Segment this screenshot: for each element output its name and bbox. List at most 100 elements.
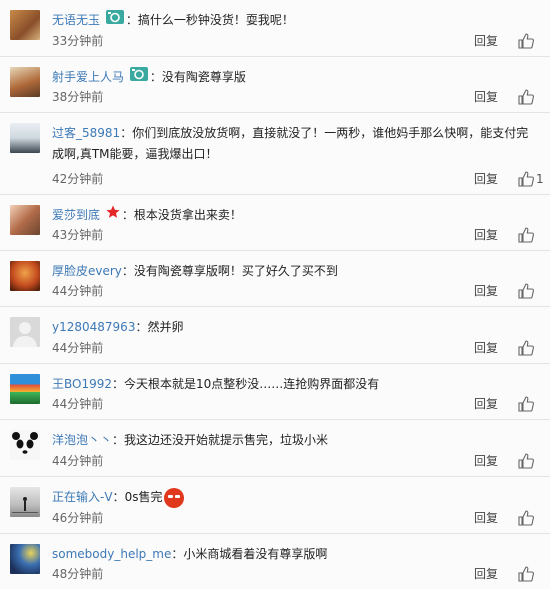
thumbs-up-icon (518, 33, 534, 49)
comment-text: 没有陶瓷尊享版啊！买了好久了买不到 (133, 264, 338, 278)
avatar[interactable] (10, 544, 40, 574)
comment-body: y1280487963：然并卵 (52, 317, 530, 338)
comment-text: 没有陶瓷尊享版 (161, 70, 246, 84)
comment-item: 爱莎到底 ：根本没货拿出来卖！ 43分钟前 回复 (0, 195, 550, 251)
comment-text: 今天根本就是10点整秒没……连抢购界面都没有 (124, 377, 380, 391)
timestamp: 44分钟前 (52, 454, 104, 468)
like-button[interactable] (514, 452, 540, 470)
comment-body: 王BO1992：今天根本就是10点整秒没……连抢购界面都没有 (52, 374, 530, 395)
comment-meta: 46分钟前 回复 (52, 509, 540, 527)
separator: ： (149, 70, 162, 84)
like-button[interactable] (514, 226, 540, 244)
thumbs-up-icon (518, 566, 534, 582)
timestamp: 44分钟前 (52, 397, 104, 411)
comment-meta: 44分钟前 回复 (52, 395, 540, 413)
comment-body: 射手爱上人马 ：没有陶瓷尊享版 (52, 67, 530, 88)
thumbs-up-icon (518, 510, 534, 526)
comment-body: 过客_58981：你们到底放没放货啊，直接就没了！一两秒，谁他妈手那么快啊，能支… (52, 123, 530, 165)
comment-text: 然并卵 (147, 320, 184, 334)
thumbs-up-icon (518, 283, 534, 299)
separator: ： (112, 433, 125, 447)
reply-button[interactable]: 回复 (474, 565, 498, 583)
camera-badge-icon (105, 10, 124, 31)
angry-face-emoji-icon (164, 487, 185, 508)
comment-list: 无语无玉 ：搞什么一秒钟没货！耍我呢！ 33分钟前 回复 射手爱上人马 ：没有陶… (0, 0, 550, 589)
separator: ： (112, 377, 125, 391)
comment-item: 王BO1992：今天根本就是10点整秒没……连抢购界面都没有 44分钟前 回复 (0, 364, 550, 420)
reply-button[interactable]: 回复 (474, 395, 498, 413)
separator: ： (135, 320, 148, 334)
like-button[interactable]: 1 (514, 170, 544, 188)
reply-button[interactable]: 回复 (474, 339, 498, 357)
avatar[interactable] (10, 430, 40, 460)
username-link[interactable]: 洋泡泡丶丶 (52, 433, 112, 447)
username-link[interactable]: 王BO1992 (52, 377, 112, 391)
comment-body: 爱莎到底 ：根本没货拿出来卖！ (52, 205, 530, 226)
comment-meta: 38分钟前 回复 (52, 88, 540, 106)
like-button[interactable] (514, 88, 540, 106)
reply-button[interactable]: 回复 (474, 32, 498, 50)
avatar[interactable] (10, 317, 40, 347)
default-avatar-icon (13, 322, 37, 347)
silhouette-icon (12, 497, 38, 513)
comment-item: 无语无玉 ：搞什么一秒钟没货！耍我呢！ 33分钟前 回复 (0, 0, 550, 57)
reply-button[interactable]: 回复 (474, 509, 498, 527)
timestamp: 44分钟前 (52, 341, 104, 355)
comment-text: 0s售完 (124, 490, 163, 504)
comment-text: 根本没货拿出来卖！ (133, 208, 242, 222)
avatar[interactable] (10, 374, 40, 404)
comment-text: 小米商城看着没有尊享版啊 (183, 547, 328, 561)
comment-body: somebody_help_me：小米商城看着没有尊享版啊 (52, 544, 530, 565)
thumbs-up-icon (518, 171, 534, 187)
comment-body: 无语无玉 ：搞什么一秒钟没货！耍我呢！ (52, 10, 530, 31)
avatar[interactable] (10, 205, 40, 235)
avatar[interactable] (10, 67, 40, 97)
separator: ： (121, 208, 134, 222)
like-button[interactable] (514, 565, 540, 583)
username-link[interactable]: 正在输入-V (52, 490, 113, 504)
reply-button[interactable]: 回复 (474, 282, 498, 300)
reply-button[interactable]: 回复 (474, 88, 498, 106)
separator: ： (171, 547, 184, 561)
reply-button[interactable]: 回复 (474, 452, 498, 470)
timestamp: 43分钟前 (52, 228, 104, 242)
timestamp: 42分钟前 (52, 172, 104, 186)
comment-meta: 44分钟前 回复 (52, 282, 540, 300)
comment-meta: 44分钟前 回复 (52, 339, 540, 357)
like-button[interactable] (514, 395, 540, 413)
camera-badge-icon (129, 67, 148, 88)
reply-button[interactable]: 回复 (474, 226, 498, 244)
username-link[interactable]: 厚脸皮every (52, 264, 122, 278)
avatar[interactable] (10, 261, 40, 291)
thumbs-up-icon (518, 340, 534, 356)
reply-button[interactable]: 回复 (474, 170, 498, 188)
comment-item: 过客_58981：你们到底放没放货啊，直接就没了！一两秒，谁他妈手那么快啊，能支… (0, 113, 550, 195)
avatar[interactable] (10, 487, 40, 517)
comment-item: 正在输入-V：0s售完 46分钟前 回复 (0, 477, 550, 534)
timestamp: 44分钟前 (52, 284, 104, 298)
avatar[interactable] (10, 123, 40, 153)
username-link[interactable]: 过客_58981 (52, 126, 120, 140)
comment-meta: 44分钟前 回复 (52, 452, 540, 470)
avatar[interactable] (10, 10, 40, 40)
thumbs-up-icon (518, 227, 534, 243)
comment-text: 我这边还没开始就提示售完，垃圾小米 (124, 433, 329, 447)
panda-avatar-icon (12, 432, 38, 454)
like-button[interactable] (514, 509, 540, 527)
comment-body: 厚脸皮every：没有陶瓷尊享版啊！买了好久了买不到 (52, 261, 530, 282)
comment-text: 搞什么一秒钟没货！耍我呢！ (137, 13, 294, 27)
username-link[interactable]: somebody_help_me (52, 547, 171, 561)
separator: ： (121, 264, 134, 278)
timestamp: 48分钟前 (52, 567, 104, 581)
username-link[interactable]: y1280487963 (52, 320, 135, 334)
like-button[interactable] (514, 32, 540, 50)
timestamp: 46分钟前 (52, 511, 104, 525)
like-button[interactable] (514, 339, 540, 357)
like-button[interactable] (514, 282, 540, 300)
username-link[interactable]: 射手爱上人马 (52, 70, 124, 84)
comment-item: somebody_help_me：小米商城看着没有尊享版啊 48分钟前 回复 (0, 534, 550, 589)
thumbs-up-icon (518, 89, 534, 105)
username-link[interactable]: 无语无玉 (52, 13, 100, 27)
username-link[interactable]: 爱莎到底 (52, 208, 100, 222)
comment-item: 厚脸皮every：没有陶瓷尊享版啊！买了好久了买不到 44分钟前 回复 (0, 251, 550, 307)
